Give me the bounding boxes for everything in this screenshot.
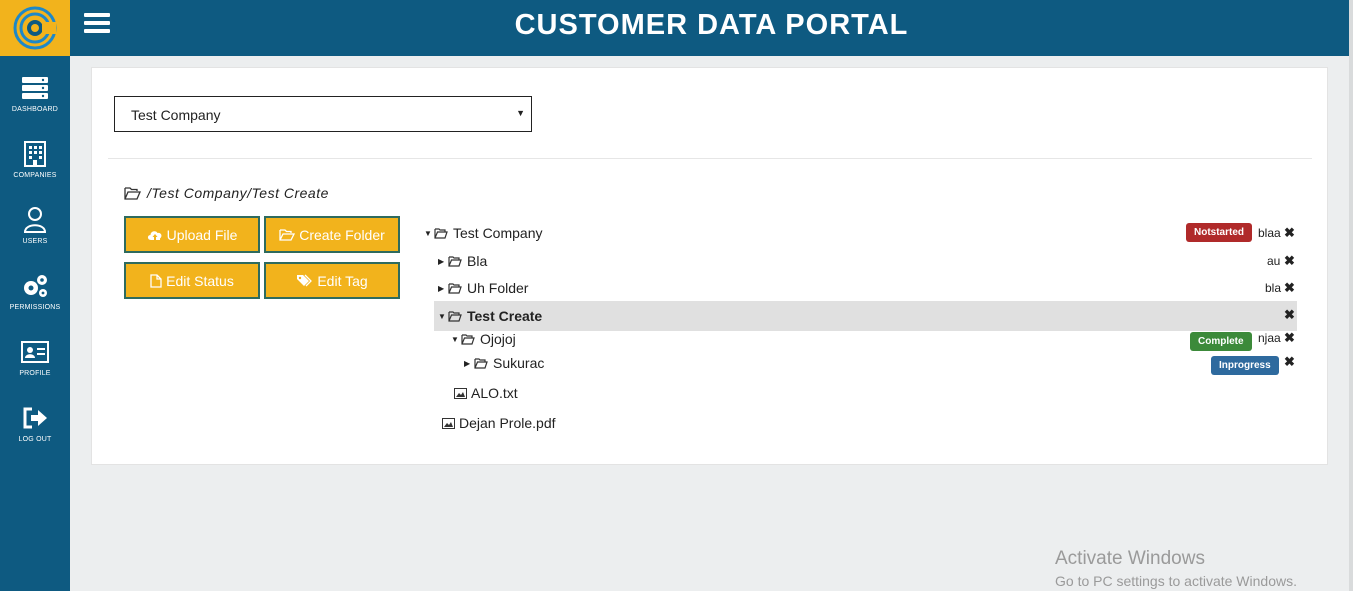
delete-icon[interactable]: ✖ [1284,330,1295,346]
tree-node-label: Ojojoj [480,331,516,347]
tree-node-label: Sukurac [493,355,545,371]
folder-open-icon [461,333,475,345]
sidebar-item-dashboard[interactable]: DASHBOARD [0,56,70,122]
image-icon [442,417,455,429]
scrollbar[interactable] [1349,0,1353,591]
tree-node-uh-folder[interactable]: ▶ Uh Folder bla ✖ [424,275,1297,301]
folder-open-icon [448,310,462,322]
folder-open-icon [279,228,296,241]
sidebar-item-permissions[interactable]: PERMISSIONS [0,254,70,320]
delete-icon[interactable]: ✖ [1284,354,1295,370]
company-select-value: Test Company [131,107,221,123]
status-badge: Complete [1190,332,1252,351]
folder-open-icon [448,255,462,267]
edit-tag-label: Edit Tag [317,272,368,289]
caret-right-icon[interactable]: ▶ [438,257,446,266]
windows-activation-subtitle: Go to PC settings to activate Windows. [1055,573,1297,589]
create-folder-label: Create Folder [299,226,385,243]
upload-file-button[interactable]: Upload File [124,216,260,253]
create-folder-button[interactable]: Create Folder [264,216,400,253]
divider [108,158,1312,159]
tree-node-ojojoj[interactable]: ▼ Ojojoj Complete njaa ✖ [424,326,1297,352]
caret-down-icon[interactable]: ▼ [451,335,459,344]
breadcrumb-path: /Test Company/Test Create [147,185,329,201]
tree-node-test-company[interactable]: ▼ Test Company Notstarted blaa ✖ [424,220,1297,246]
upload-file-label: Upload File [166,226,238,243]
edit-tag-button[interactable]: Edit Tag [264,262,400,299]
logo[interactable] [0,0,70,56]
main-card: Test Company ▼ /Test Company/Test Create… [91,67,1328,465]
tree-file-label: Dejan Prole.pdf [459,415,556,431]
sidebar-item-label: COMPANIES [13,172,57,179]
folder-open-icon [448,282,462,294]
page-title: CUSTOMER DATA PORTAL [514,9,909,41]
breadcrumb: /Test Company/Test Create [124,185,329,201]
sidebar-item-label: LOG OUT [18,436,52,443]
tags-icon [297,274,313,287]
tree-node-bla[interactable]: ▶ Bla au ✖ [424,248,1297,274]
edit-status-button[interactable]: Edit Status [124,262,260,299]
delete-icon[interactable]: ✖ [1284,307,1295,323]
header: CUSTOMER DATA PORTAL [70,0,1353,56]
tree-node-label: Uh Folder [467,280,529,296]
sidebar-item-profile[interactable]: PROFILE [0,320,70,386]
sidebar-item-label: PERMISSIONS [9,304,61,311]
caret-down-icon[interactable]: ▼ [438,312,446,321]
tree-node-label: Test Create [467,308,543,324]
sign-out-icon [21,404,49,432]
logo-icon [13,6,57,50]
tag-label: blaa [1258,226,1281,240]
folder-open-icon [124,186,141,200]
status-badge: Notstarted [1186,223,1253,242]
user-icon [21,206,49,234]
folder-open-icon [474,357,488,369]
edit-status-label: Edit Status [166,272,234,289]
image-icon [454,387,467,399]
tag-label: njaa [1258,331,1281,345]
id-card-icon [21,338,49,366]
tree-file-label: ALO.txt [471,385,518,401]
tree-node-sukurac[interactable]: ▶ Sukurac Inprogress ✖ [424,350,1297,376]
status-badge: Inprogress [1211,356,1279,375]
caret-down-icon[interactable]: ▼ [424,229,432,238]
delete-icon[interactable]: ✖ [1284,225,1295,241]
file-icon [150,273,162,288]
gears-icon [21,272,49,300]
tag-label: bla [1265,281,1282,295]
tree-file-alo[interactable]: ALO.txt [424,380,1297,406]
sidebar-item-logout[interactable]: LOG OUT [0,386,70,452]
sidebar-item-label: DASHBOARD [11,106,59,113]
tree-node-label: Bla [467,253,488,269]
caret-right-icon[interactable]: ▶ [438,284,446,293]
sidebar-item-users[interactable]: USERS [0,188,70,254]
caret-down-icon: ▼ [516,108,525,118]
delete-icon[interactable]: ✖ [1284,253,1295,269]
cloud-upload-icon [147,230,162,240]
sidebar-item-companies[interactable]: COMPANIES [0,122,70,188]
tag-label: au [1267,254,1281,268]
delete-icon[interactable]: ✖ [1284,280,1295,296]
folder-open-icon [434,227,448,239]
sidebar-item-label: USERS [22,238,48,245]
server-icon [21,74,49,102]
caret-right-icon[interactable]: ▶ [464,359,472,368]
sidebar: DASHBOARD COMPANIES USERS PERMISSIONS PR… [0,0,70,591]
sidebar-item-label: PROFILE [19,370,51,377]
windows-activation-title: Activate Windows [1055,548,1205,569]
tree-node-label: Test Company [453,225,543,241]
company-select[interactable]: Test Company ▼ [114,96,532,132]
tree-file-dejan-prole[interactable]: Dejan Prole.pdf [424,410,1297,436]
building-icon [21,140,49,168]
